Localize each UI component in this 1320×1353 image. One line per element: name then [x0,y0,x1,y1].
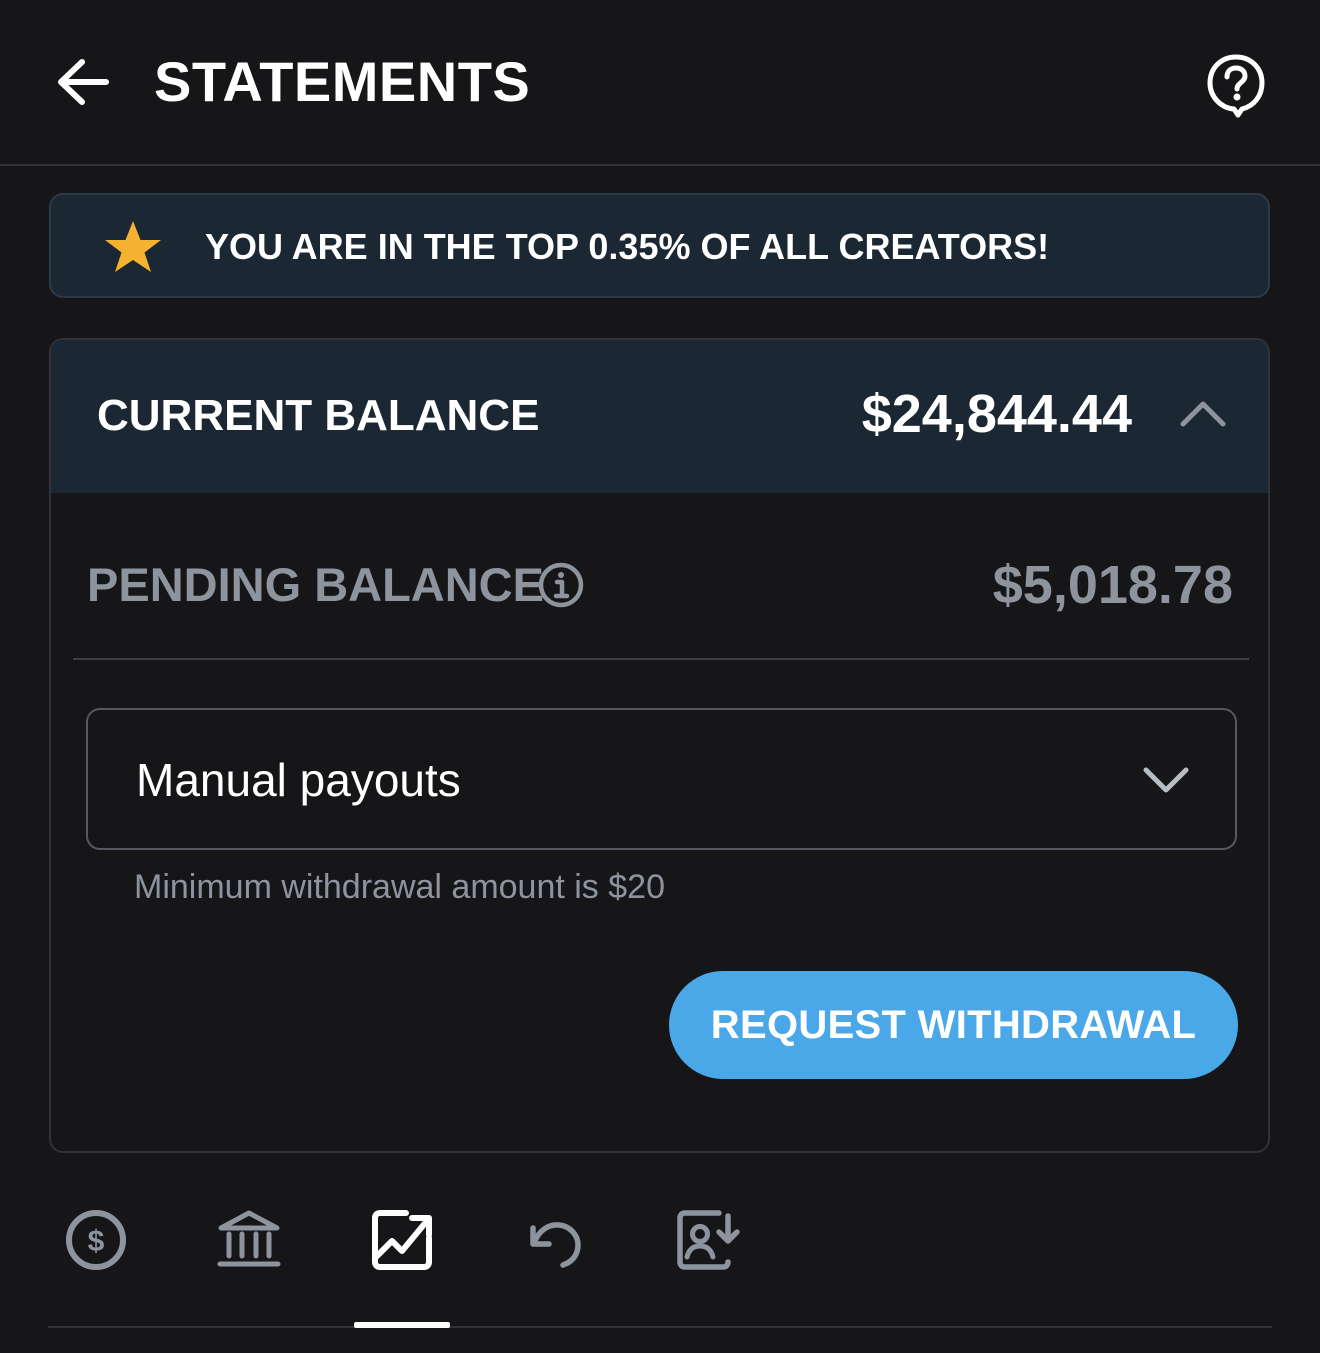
dollar-circle-icon: $ [66,1210,126,1270]
balance-card: CURRENT BALANCE $24,844.44 PENDING BALAN… [49,338,1270,1153]
back-button[interactable] [50,52,114,112]
chevron-up-icon [1180,401,1226,427]
request-withdrawal-button[interactable]: REQUEST WITHDRAWAL [669,971,1238,1079]
user-download-icon [677,1210,740,1270]
payout-method-value: Manual payouts [136,754,461,806]
statement-tabs: $ [48,1200,1272,1328]
tab-statistics[interactable] [354,1200,450,1326]
tab-earnings[interactable]: $ [48,1200,144,1326]
help-button[interactable] [1204,52,1268,120]
current-balance-header[interactable]: CURRENT BALANCE $24,844.44 [51,340,1268,493]
tab-payouts-bank[interactable] [201,1200,297,1326]
statements-page: STATEMENTS YOU ARE IN THE TOP 0.35% OF A… [0,0,1320,1353]
svg-text:$: $ [88,1225,105,1258]
payout-method-select[interactable]: Manual payouts [86,708,1237,850]
pending-info-button[interactable] [537,561,585,609]
page-title: STATEMENTS [154,50,531,113]
help-bubble-icon [1207,54,1265,118]
dropdown-toggle[interactable] [1141,758,1191,802]
pending-balance-row: PENDING BALANCE $5,018.78 [73,495,1249,660]
tab-refunds[interactable] [507,1200,603,1326]
minimum-withdrawal-hint: Minimum withdrawal amount is $20 [134,868,665,906]
top-creator-banner: YOU ARE IN THE TOP 0.35% OF ALL CREATORS… [49,193,1270,298]
pending-balance-amount: $5,018.78 [992,555,1233,615]
pending-balance-label: PENDING BALANCE [87,558,544,611]
bank-icon [217,1210,281,1267]
undo-icon [530,1222,581,1268]
arrow-left-icon [58,59,109,105]
app-header: STATEMENTS [0,0,1320,166]
active-tab-indicator [354,1322,450,1328]
chevron-down-icon [1143,767,1189,793]
current-balance-amount: $24,844.44 [861,384,1132,444]
chart-trend-icon [372,1210,432,1270]
collapse-button[interactable] [1175,388,1231,436]
star-icon [105,221,161,272]
info-icon [538,562,584,608]
tab-reports[interactable] [660,1200,756,1326]
current-balance-label: CURRENT BALANCE [97,391,540,440]
banner-text: YOU ARE IN THE TOP 0.35% OF ALL CREATORS… [205,226,1050,267]
